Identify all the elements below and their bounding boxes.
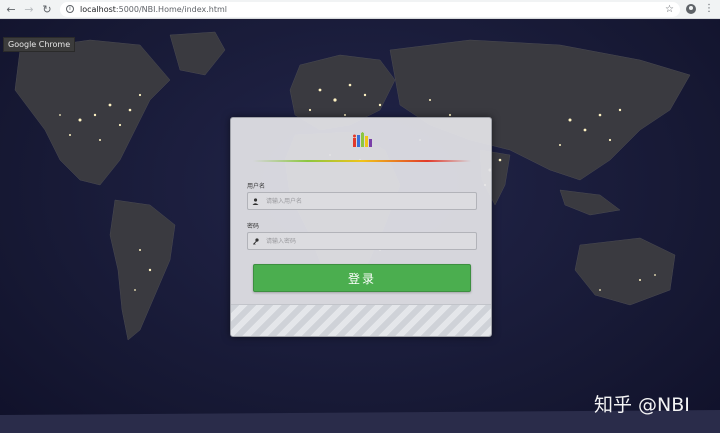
- decorative-gradient-divider: [253, 160, 471, 162]
- password-input[interactable]: [262, 234, 462, 248]
- watermark: 知乎 @NBI: [594, 394, 690, 416]
- info-icon[interactable]: i: [66, 5, 74, 13]
- username-label: 用户名: [247, 183, 266, 190]
- url-text[interactable]: localhost:5000/NBI.Home/index.html: [80, 5, 227, 14]
- kebab-menu-icon[interactable]: ⋮: [704, 4, 714, 14]
- user-icon: [248, 193, 262, 209]
- username-input[interactable]: [262, 194, 462, 208]
- browser-toolbar: ← → ↻ i localhost:5000/NBI.Home/index.ht…: [0, 0, 720, 19]
- star-icon[interactable]: ☆: [665, 4, 674, 15]
- password-field[interactable]: [247, 232, 477, 250]
- username-field[interactable]: [247, 192, 477, 210]
- back-arrow-icon[interactable]: ←: [4, 2, 18, 16]
- password-label: 密码: [247, 223, 260, 230]
- url-path: :5000/NBI.Home/index.html: [115, 4, 228, 14]
- reload-icon[interactable]: ↻: [40, 2, 54, 16]
- login-panel: 用户名 密码 登录: [230, 117, 492, 337]
- forward-arrow-icon[interactable]: →: [22, 2, 36, 16]
- logo: [353, 132, 372, 147]
- address-bar[interactable]: i localhost:5000/NBI.Home/index.html ☆: [60, 1, 680, 17]
- profile-icon[interactable]: [686, 4, 696, 14]
- login-button[interactable]: 登录: [253, 264, 471, 292]
- striped-footer: [231, 304, 491, 336]
- tooltip: Google Chrome: [3, 37, 76, 52]
- url-host: localhost: [80, 4, 116, 14]
- key-icon: [248, 233, 262, 249]
